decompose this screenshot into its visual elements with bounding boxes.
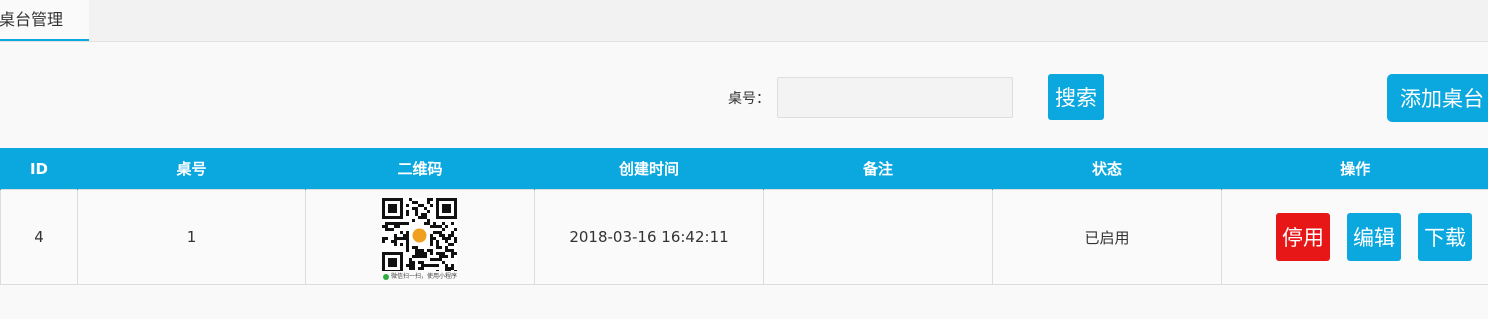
qr-code-image: 微信扫一扫，使用小程序	[380, 198, 460, 280]
tab-bar: 桌台管理	[0, 0, 1488, 42]
cell-created-time: 2018-03-16 16:42:11	[534, 189, 764, 285]
check-icon	[383, 273, 389, 280]
table-number-search-input[interactable]	[777, 77, 1013, 118]
tab-label: 桌台管理	[0, 10, 64, 29]
cell-table-number: 1	[77, 189, 306, 285]
cell-status: 已启用	[992, 189, 1222, 285]
table-row: 4 1 微信扫一扫，使用小程序 2018-03-16 16:42:11 已启用 …	[0, 189, 1488, 285]
header-status: 状态	[992, 148, 1222, 190]
tab-table-management[interactable]: 桌台管理	[0, 0, 89, 41]
header-id: ID	[0, 148, 78, 190]
header-table-number: 桌号	[77, 148, 306, 190]
qr-code-icon	[382, 198, 457, 271]
disable-button[interactable]: 停用	[1276, 213, 1330, 261]
header-created-time: 创建时间	[534, 148, 764, 190]
edit-button[interactable]: 编辑	[1347, 213, 1401, 261]
search-label: 桌号：	[728, 91, 770, 107]
tables-list: ID 桌号 二维码 创建时间 备注 状态 操作 4 1 微信扫一扫，使用小程序 …	[0, 148, 1488, 285]
search-button[interactable]: 搜索	[1048, 74, 1104, 120]
cell-actions: 停用 编辑 下载	[1221, 189, 1488, 285]
cell-remark	[763, 189, 993, 285]
download-button[interactable]: 下载	[1418, 213, 1472, 261]
cell-id: 4	[0, 189, 78, 285]
row-actions: 停用 编辑 下载	[1222, 190, 1488, 284]
header-actions: 操作	[1221, 148, 1488, 190]
header-qr-code: 二维码	[305, 148, 535, 190]
table-header-row: ID 桌号 二维码 创建时间 备注 状态 操作	[0, 148, 1488, 190]
header-remark: 备注	[763, 148, 993, 190]
qr-caption: 微信扫一扫，使用小程序	[383, 273, 457, 280]
qr-caption-text: 微信扫一扫，使用小程序	[391, 273, 458, 280]
add-table-button[interactable]: 添加桌台	[1387, 74, 1488, 122]
cell-qr-code: 微信扫一扫，使用小程序	[305, 189, 535, 285]
